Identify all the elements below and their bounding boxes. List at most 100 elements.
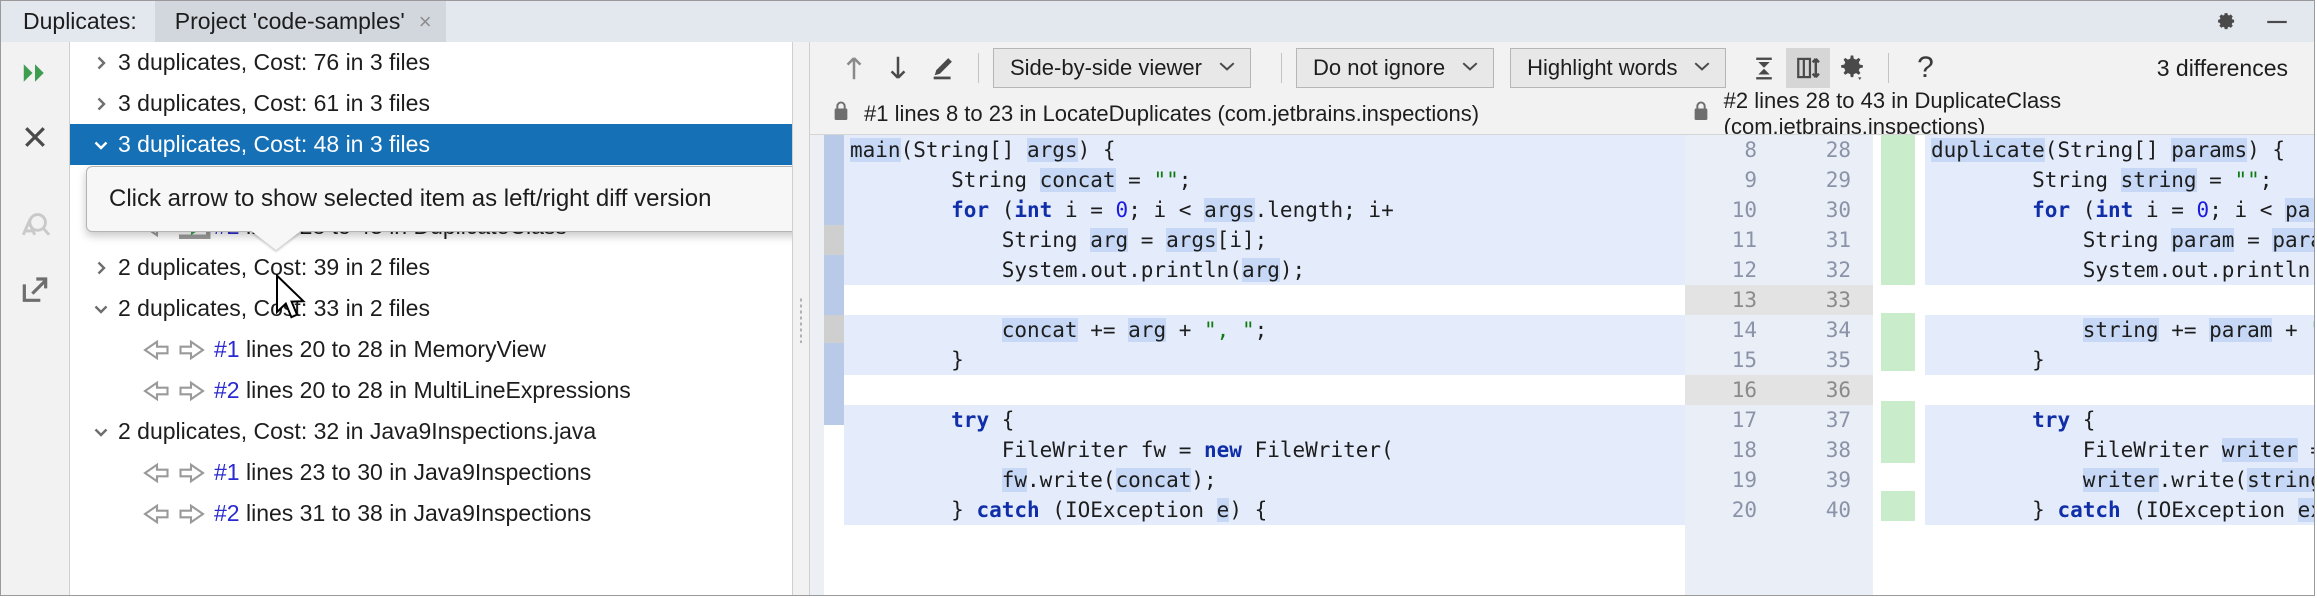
code-token: .write( [2159,468,2248,492]
code-token: ; [2260,168,2273,192]
chevron-down-icon[interactable] [84,301,118,317]
line-number-left: 13 [1685,285,1779,315]
code-token: ; i < [1128,198,1204,222]
tooltip: Click arrow to show selected item as lef… [86,166,793,232]
chevron-down-icon [1461,59,1479,77]
arrow-up-icon[interactable] [832,48,876,88]
export-icon[interactable] [16,272,54,310]
gear-icon[interactable] [2212,9,2238,35]
line-number-right: 31 [1779,225,1873,255]
line-number-left: 11 [1685,225,1779,255]
code-line [844,375,1685,405]
diff-side-arrows[interactable] [136,499,214,529]
line-number-row: 929 [1685,165,1873,195]
tree-group-row[interactable]: 3 duplicates, Cost: 76 in 3 files [70,42,792,83]
code-token: } [1931,498,2057,522]
code-token: { [2070,408,2095,432]
code-token: FileWriter fw = [850,438,1204,462]
diff-pane-left[interactable]: main(String[] args) { String concat = ""… [810,135,1685,596]
code-token: { [989,408,1014,432]
tree-group-row[interactable]: 2 duplicates, Cost: 39 in 2 files [70,247,792,288]
code-line: FileWriter writer = new FileWr [1925,435,2315,465]
tree-group-label: 3 duplicates, Cost: 61 in 3 files [118,90,430,117]
tree-leaf-row[interactable]: #1 lines 23 to 30 in Java9Inspections [70,452,792,493]
arrow-down-icon[interactable] [876,48,920,88]
chevron-down-icon[interactable] [84,424,118,440]
line-number-row: 1838 [1685,435,1873,465]
tree-leaf-label: #2 lines 20 to 28 in MultiLineExpression… [214,377,631,404]
diff-headers: #1 lines 8 to 23 in LocateDuplicates (co… [810,94,2315,134]
synchronize-scroll-icon[interactable] [1786,48,1830,88]
duplicates-tool-window: Duplicates: Project 'code-samples' × [0,0,2315,596]
duplicates-tree-panel[interactable]: 3 duplicates, Cost: 76 in 3 files 3 dupl… [70,42,793,596]
code-token: ", " [2310,318,2315,342]
line-number-row: 1131 [1685,225,1873,255]
tree-group-row-selected[interactable]: 3 duplicates, Cost: 48 in 3 files [70,124,792,165]
chevron-right-icon[interactable] [84,96,118,112]
right-code-text[interactable]: duplicate(String[] params) { String stri… [1925,135,2315,596]
panel-splitter[interactable] [793,42,809,596]
tab-project-code-samples[interactable]: Project 'code-samples' × [155,1,446,42]
chevron-down-icon[interactable] [84,137,118,153]
diff-side-arrows[interactable] [136,376,214,406]
viewer-mode-dropdown[interactable]: Side-by-side viewer [993,48,1251,88]
line-number-row: 2040 [1685,495,1873,525]
tree-leaf-row[interactable]: #2 lines 20 to 28 in MultiLineExpression… [70,370,792,411]
code-token: [i]; [1217,228,1268,252]
code-token: System.out.println( [1931,258,2315,282]
duplicates-tree[interactable]: 3 duplicates, Cost: 76 in 3 files 3 dupl… [70,42,792,534]
diff-line-numbers: 8289291030113112321333143415351636173718… [1685,135,1873,596]
arrow-right-icon [176,458,212,488]
code-line: duplicate(String[] params) { [1925,135,2315,165]
code-token: ) { [2247,138,2285,162]
splitter-grip [799,297,803,343]
gear-icon[interactable] [1830,48,1874,88]
code-line: System.out.println(arg); [844,255,1685,285]
code-token: System.out.println( [850,258,1242,282]
arrow-right-icon [176,499,212,529]
diff-side-arrows[interactable] [136,458,214,488]
code-token: ) { [1229,498,1267,522]
line-number-left: 18 [1685,435,1779,465]
rerun-icon[interactable] [16,54,54,92]
code-token: String [1931,168,2121,192]
pencil-icon[interactable] [920,48,964,88]
tree-leaf-row[interactable]: #1 lines 20 to 28 in MemoryView [70,329,792,370]
arrow-left-icon [136,458,172,488]
close-icon[interactable] [16,118,54,156]
help-icon[interactable]: ? [1903,48,1947,88]
ignore-mode-dropdown[interactable]: Do not ignore [1296,48,1494,88]
code-token: (IOException [2121,498,2298,522]
change-marker [824,135,844,225]
left-code-text[interactable]: main(String[] args) { String concat = ""… [844,135,1685,596]
preview-icon[interactable] [16,208,54,246]
tree-group-row[interactable]: 2 duplicates, Cost: 32 in Java9Inspectio… [70,411,792,452]
code-token: (IOException [1040,498,1217,522]
collapse-unchanged-icon[interactable] [1742,48,1786,88]
close-icon[interactable]: × [419,11,432,33]
line-number-row: 1535 [1685,345,1873,375]
code-token: ( [989,198,1014,222]
diff-side-arrows[interactable] [136,335,214,365]
code-token: catch [2057,498,2120,522]
highlight-mode-dropdown[interactable]: Highlight words [1510,48,1726,88]
line-number-left: 15 [1685,345,1779,375]
tree-group-row[interactable]: 3 duplicates, Cost: 61 in 3 files [70,83,792,124]
tree-group-row[interactable]: 2 duplicates, Cost: 33 in 2 files [70,288,792,329]
chevron-right-icon[interactable] [84,260,118,276]
chevron-right-icon[interactable] [84,55,118,71]
left-vertical-toolbar [1,42,70,596]
leaf-location: lines 23 to 30 in Java9Inspections [246,459,591,485]
code-line: String concat = ""; [844,165,1685,195]
code-line: fw.write(concat); [844,465,1685,495]
line-number-right: 29 [1779,165,1873,195]
code-token: duplicate [1931,138,2045,162]
code-token: = [1128,228,1166,252]
code-line: concat += arg + ", "; [844,315,1685,345]
code-token: catch [976,498,1039,522]
minimize-icon[interactable] [2264,9,2290,35]
code-token: string [2083,318,2159,342]
change-marker [824,255,844,315]
tree-leaf-row[interactable]: #2 lines 31 to 38 in Java9Inspections [70,493,792,534]
diff-pane-right[interactable]: duplicate(String[] params) { String stri… [1925,135,2315,596]
